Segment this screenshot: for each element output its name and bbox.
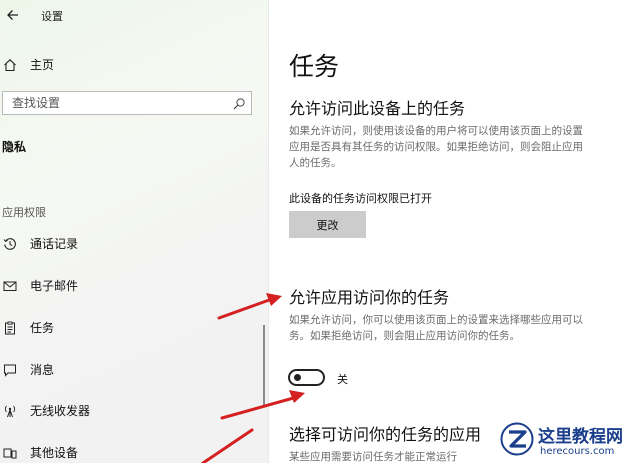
search-box[interactable] <box>2 91 252 115</box>
sidebar-item-label: 其他设备 <box>30 446 79 460</box>
page-title: 任务 <box>289 52 340 81</box>
watermark-logo-icon <box>500 422 534 456</box>
main-content: 任务 允许访问此设备上的任务 如果允许访问，则使用该设备的用户将可以使用该页面上… <box>269 0 631 463</box>
toggle-state-label: 关 <box>337 373 348 386</box>
access-status-text: 此设备的任务访问权限已打开 <box>289 192 432 205</box>
toggle-knob <box>294 374 301 381</box>
watermark-url: herecours.com <box>540 446 615 457</box>
sidebar-item-home[interactable]: 主页 <box>0 54 268 76</box>
desc-line: 务。如果拒绝访问，则会阻止应用访问你的任务。 <box>289 330 520 342</box>
sidebar-item-label: 无线收发器 <box>30 404 91 418</box>
home-icon <box>3 57 17 72</box>
tasks-icon <box>3 320 17 335</box>
mail-icon <box>3 278 17 292</box>
window-title: 设置 <box>41 10 63 23</box>
sidebar-item-label: 消息 <box>30 363 55 377</box>
sidebar-item-email[interactable]: 电子邮件 <box>0 275 268 297</box>
group-label-app-permissions: 应用权限 <box>2 206 46 219</box>
sidebar-item-label: 电子邮件 <box>30 279 79 293</box>
section-description-app-access: 如果允许访问，你可以使用该页面上的设置来选择哪些应用可以 务。如果拒绝访问，则会… <box>289 312 631 344</box>
desc-line: 如果允许访问，你可以使用该页面上的设置来选择哪些应用可以 <box>289 314 583 326</box>
watermark-title: 这里教程网 <box>538 427 623 447</box>
search-input[interactable] <box>3 92 232 114</box>
section-title-privacy: 隐私 <box>2 140 27 154</box>
history-icon <box>3 236 17 250</box>
desc-line: 如果允许访问，则使用该设备的用户将可以使用该页面上的设置 <box>289 125 583 137</box>
sidebar-scrollbar[interactable] <box>263 325 265 405</box>
home-label: 主页 <box>30 58 55 72</box>
devices-icon <box>3 445 17 459</box>
section-heading-app-access: 允许应用访问你的任务 <box>289 288 450 307</box>
section-description-device-access: 如果允许访问，则使用该设备的用户将可以使用该页面上的设置 应用是否具有其任务的访… <box>289 123 631 171</box>
change-button[interactable]: 更改 <box>289 211 366 238</box>
sidebar-item-radios[interactable]: 无线收发器 <box>0 400 268 422</box>
message-icon <box>3 362 17 377</box>
sidebar-item-call-history[interactable]: 通话记录 <box>0 233 268 255</box>
sidebar: 设置 主页 隐私 应用权限 通话记录 电子邮件 任务 消息 <box>0 0 268 463</box>
sidebar-item-tasks[interactable]: 任务 <box>0 317 268 339</box>
sidebar-item-label: 通话记录 <box>30 237 79 251</box>
sidebar-item-label: 任务 <box>30 321 55 335</box>
search-icon[interactable] <box>232 96 246 110</box>
back-arrow-icon <box>7 10 18 20</box>
watermark: 这里教程网 herecours.com <box>500 418 631 463</box>
sidebar-item-messaging[interactable]: 消息 <box>0 359 268 381</box>
back-button[interactable] <box>4 4 24 26</box>
desc-line: 应用是否具有其任务的访问权限。如果拒绝访问，则会阻止应用 <box>289 141 583 153</box>
radio-icon <box>3 403 17 418</box>
app-access-toggle[interactable] <box>288 369 325 386</box>
section-heading-device-access: 允许访问此设备上的任务 <box>289 99 466 118</box>
desc-line: 人的任务。 <box>289 157 342 169</box>
sidebar-item-other-devices[interactable]: 其他设备 <box>0 442 268 464</box>
section-heading-choose-apps: 选择可访问你的任务的应用 <box>289 425 482 444</box>
